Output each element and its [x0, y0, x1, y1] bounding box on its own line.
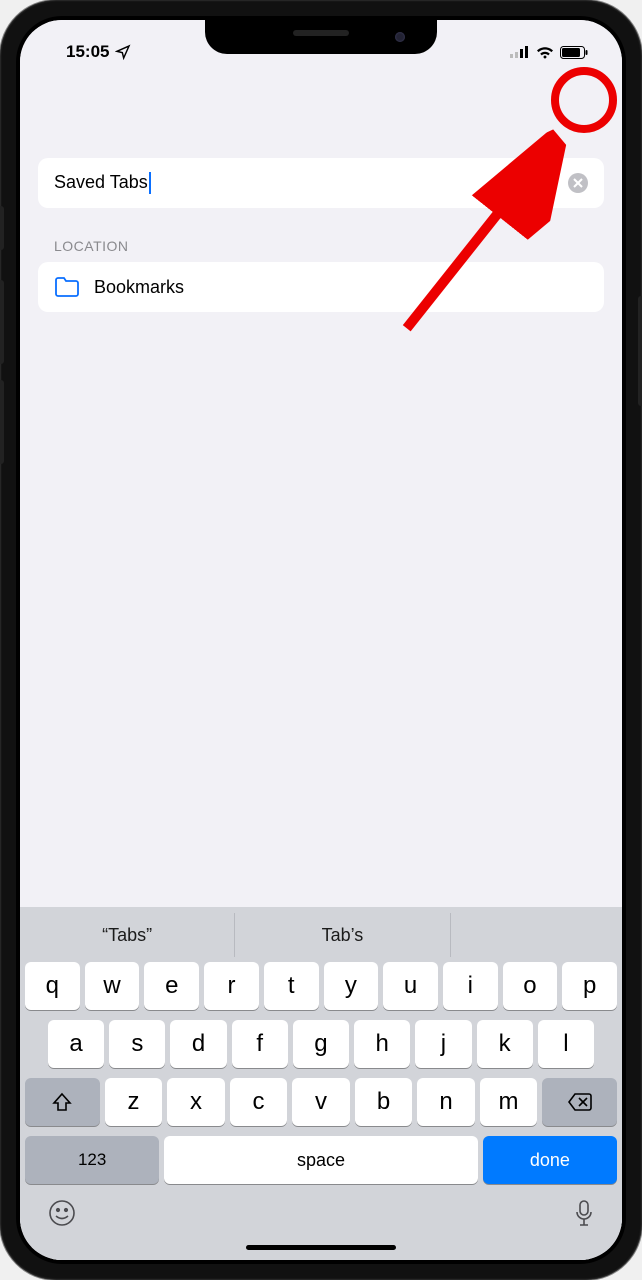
- key-b[interactable]: b: [355, 1078, 413, 1126]
- key-h[interactable]: h: [354, 1020, 410, 1068]
- done-key[interactable]: done: [483, 1136, 617, 1184]
- shift-icon: [52, 1092, 72, 1112]
- key-p[interactable]: p: [562, 962, 617, 1010]
- folder-name-row: Saved Tabs: [38, 158, 604, 208]
- key-x[interactable]: x: [167, 1078, 225, 1126]
- clear-text-button[interactable]: [568, 173, 588, 193]
- key-u[interactable]: u: [383, 962, 438, 1010]
- key-j[interactable]: j: [415, 1020, 471, 1068]
- folder-name-input[interactable]: Saved Tabs: [54, 172, 568, 194]
- emoji-icon: [48, 1199, 76, 1227]
- key-e[interactable]: e: [144, 962, 199, 1010]
- key-r[interactable]: r: [204, 962, 259, 1010]
- key-i[interactable]: i: [443, 962, 498, 1010]
- emoji-key[interactable]: [48, 1199, 76, 1230]
- key-y[interactable]: y: [324, 962, 379, 1010]
- key-t[interactable]: t: [264, 962, 319, 1010]
- location-arrow-icon: [115, 44, 131, 60]
- key-f[interactable]: f: [232, 1020, 288, 1068]
- location-row[interactable]: Bookmarks: [38, 262, 604, 312]
- key-l[interactable]: l: [538, 1020, 594, 1068]
- wifi-icon: [536, 46, 554, 59]
- key-n[interactable]: n: [417, 1078, 475, 1126]
- backspace-key[interactable]: [542, 1078, 617, 1126]
- key-q[interactable]: q: [25, 962, 80, 1010]
- backspace-icon: [568, 1093, 592, 1111]
- key-a[interactable]: a: [48, 1020, 104, 1068]
- location-section-header: LOCATION: [54, 238, 604, 254]
- key-s[interactable]: s: [109, 1020, 165, 1068]
- status-time: 15:05: [66, 42, 109, 62]
- dictation-key[interactable]: [574, 1199, 594, 1230]
- folder-icon: [54, 276, 80, 298]
- key-g[interactable]: g: [293, 1020, 349, 1068]
- key-d[interactable]: d: [170, 1020, 226, 1068]
- suggestion-2[interactable]: Tab’s: [235, 913, 450, 957]
- key-w[interactable]: w: [85, 962, 140, 1010]
- mic-icon: [574, 1199, 594, 1227]
- close-icon: [573, 178, 583, 188]
- key-z[interactable]: z: [105, 1078, 163, 1126]
- battery-icon: [560, 46, 588, 59]
- key-k[interactable]: k: [477, 1020, 533, 1068]
- suggestion-3[interactable]: [451, 913, 622, 957]
- keyboard: “Tabs” Tab’s q w e r t y u i o p: [20, 907, 622, 1260]
- shift-key[interactable]: [25, 1078, 100, 1126]
- cellular-icon: [510, 46, 530, 58]
- key-m[interactable]: m: [480, 1078, 538, 1126]
- suggestion-bar: “Tabs” Tab’s: [20, 913, 622, 957]
- key-c[interactable]: c: [230, 1078, 288, 1126]
- key-o[interactable]: o: [503, 962, 558, 1010]
- numbers-key[interactable]: 123: [25, 1136, 159, 1184]
- suggestion-1[interactable]: “Tabs”: [20, 913, 235, 957]
- home-indicator[interactable]: [246, 1245, 396, 1250]
- location-value: Bookmarks: [94, 277, 184, 298]
- folder-name-value: Saved Tabs: [54, 172, 148, 192]
- device-notch: [205, 20, 437, 54]
- space-key[interactable]: space: [164, 1136, 477, 1184]
- key-v[interactable]: v: [292, 1078, 350, 1126]
